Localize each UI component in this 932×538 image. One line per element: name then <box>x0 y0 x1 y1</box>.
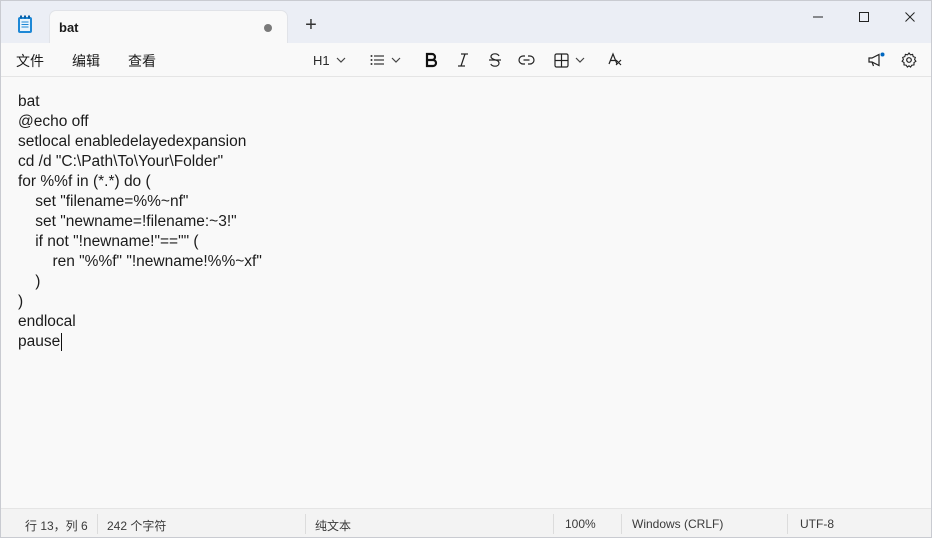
notepad-window: bat + 文件 编辑 查看 H1 bat @echo off setlocal… <box>0 0 932 538</box>
status-divider <box>787 514 788 534</box>
clear-format-icon <box>608 52 622 66</box>
editor-line: cd /d "C:\Path\To\Your\Folder" <box>18 153 224 170</box>
line-ending[interactable]: Windows (CRLF) <box>632 517 723 531</box>
character-count: 242 个字符 <box>107 519 167 533</box>
encoding[interactable]: UTF-8 <box>800 517 834 531</box>
italic-button[interactable] <box>456 49 470 71</box>
editor-line: bat <box>18 93 40 110</box>
notepad-app-icon <box>18 15 32 33</box>
text-caret <box>61 333 62 351</box>
status-bar: 行 13，列 6 242 个字符 纯文本 100% Windows (CRLF)… <box>1 508 931 537</box>
link-icon <box>518 55 535 65</box>
minimize-button[interactable] <box>795 1 841 33</box>
title-bar: bat + <box>1 1 931 44</box>
maximize-button[interactable] <box>841 1 887 33</box>
editor-line: @echo off <box>18 113 89 130</box>
editor-line: endlocal <box>18 313 76 330</box>
strikethrough-button[interactable] <box>488 49 502 71</box>
unsaved-dot-icon[interactable] <box>264 24 272 32</box>
tab-title: bat <box>59 20 79 35</box>
text-format[interactable]: 纯文本 <box>315 517 351 534</box>
zoom-level[interactable]: 100% <box>565 517 596 531</box>
cursor-position: 行 13，列 6 <box>25 519 88 533</box>
announcement-button[interactable] <box>867 49 885 71</box>
minimize-icon <box>813 16 823 18</box>
announcement-icon <box>868 52 885 67</box>
text-editor[interactable]: bat @echo off setlocal enabledelayedexpans… <box>1 78 931 508</box>
status-divider <box>97 514 98 534</box>
list-icon <box>370 55 384 65</box>
menu-file[interactable]: 文件 <box>16 51 44 71</box>
maximize-icon <box>859 12 869 22</box>
editor-line: set "newname=!filename:~3!" <box>18 213 237 230</box>
link-button[interactable] <box>518 49 535 71</box>
table-icon <box>554 52 569 68</box>
editor-line: if not "!newname!"=="" ( <box>18 233 199 250</box>
chevron-down-icon <box>391 57 401 63</box>
editor-line: setlocal enabledelayedexpansion <box>18 133 247 150</box>
strikethrough-icon <box>489 53 501 67</box>
editor-line: set "filename=%%~nf" <box>18 193 189 210</box>
editor-line: ren "%%f" "!newname!%%~xf" <box>18 253 262 270</box>
heading-label: H1 <box>313 52 330 68</box>
menu-view[interactable]: 查看 <box>128 51 156 71</box>
heading-dropdown[interactable]: H1 <box>313 49 346 71</box>
editor-line: ) <box>18 273 41 290</box>
editor-line: ) <box>18 293 24 310</box>
editor-line: for %%f in (*.*) do ( <box>18 173 151 190</box>
bold-button[interactable] <box>424 49 438 71</box>
chevron-down-icon <box>336 57 346 63</box>
status-divider <box>553 514 554 534</box>
document-tab[interactable]: bat <box>49 10 288 44</box>
menu-bar: 文件 编辑 查看 H1 <box>1 43 931 77</box>
table-dropdown[interactable] <box>554 49 585 71</box>
new-tab-button[interactable]: + <box>301 15 321 36</box>
settings-button[interactable] <box>901 49 917 71</box>
clear-format-button[interactable] <box>607 49 623 71</box>
chevron-down-icon <box>575 57 585 63</box>
status-divider <box>621 514 622 534</box>
menu-edit[interactable]: 编辑 <box>72 51 100 71</box>
italic-icon <box>458 53 468 67</box>
editor-line: pause <box>18 333 61 350</box>
close-button[interactable] <box>887 1 931 33</box>
close-icon <box>905 12 915 22</box>
status-divider <box>305 514 306 534</box>
settings-icon <box>901 52 917 68</box>
list-dropdown[interactable] <box>370 49 401 71</box>
bold-icon <box>425 52 438 68</box>
